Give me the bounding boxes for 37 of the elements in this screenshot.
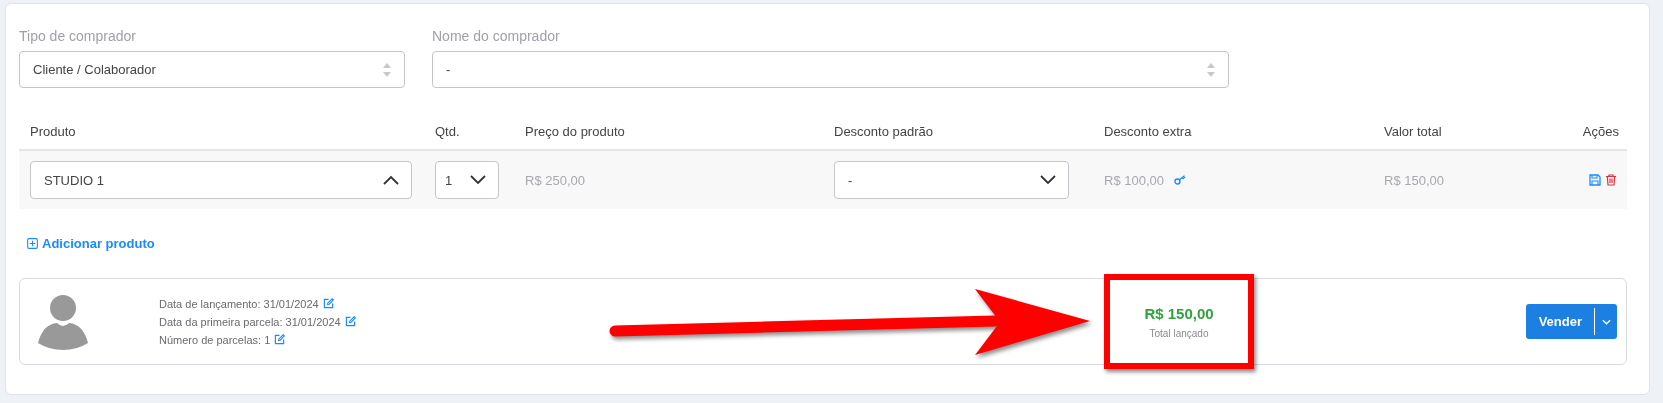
sort-icon xyxy=(1206,61,1216,78)
field-label: Tipo de comprador xyxy=(19,28,137,44)
field-label: Nome do comprador xyxy=(432,28,561,44)
table-cell-text: R$ 150,00 xyxy=(1384,172,1445,188)
avatar-icon xyxy=(37,293,89,350)
plus-icon xyxy=(27,238,38,249)
trash-icon[interactable] xyxy=(1605,174,1617,186)
chevron-icon xyxy=(1040,175,1056,185)
chevron-icon xyxy=(383,175,399,185)
detail-text: Data de lançamento: 31/01/2024 xyxy=(159,297,319,310)
edit-icon[interactable] xyxy=(322,298,334,309)
column-header: Desconto extra xyxy=(1104,124,1193,139)
select-field[interactable]: Cliente / Colaborador xyxy=(19,51,405,88)
column-header: Desconto padrão xyxy=(834,124,934,139)
column-header: Preço do produto xyxy=(525,124,626,139)
total-label: Total lançado xyxy=(1149,327,1209,339)
column-header: Produto xyxy=(30,124,77,139)
edit-icon[interactable] xyxy=(344,316,356,327)
sell-button[interactable]: Vender xyxy=(1525,308,1595,335)
detail-text: Número de parcelas: 1 xyxy=(159,333,271,346)
edit-icon[interactable] xyxy=(274,334,286,345)
total-amount: R$ 150,00 xyxy=(1144,304,1214,322)
select-field[interactable]: - xyxy=(432,51,1229,88)
product-select[interactable]: STUDIO 1 xyxy=(30,161,412,199)
detail-text: Data da primeira parcela: 31/01/2024 xyxy=(159,315,341,328)
table-cell: R$ 100,00 xyxy=(1104,172,1164,188)
discount-select[interactable]: - xyxy=(834,161,1069,199)
key-icon[interactable] xyxy=(1174,175,1186,185)
column-header: Valor total xyxy=(1384,124,1443,139)
caret-icon xyxy=(1601,318,1611,325)
quantity-select[interactable]: 1 xyxy=(435,161,499,199)
save-icon[interactable] xyxy=(1589,174,1601,186)
chevron-icon xyxy=(470,175,486,185)
table-cell-text: R$ 250,00 xyxy=(525,172,586,188)
column-header: Ações xyxy=(1581,124,1620,139)
column-header: Qtd. xyxy=(435,124,461,139)
sort-icon xyxy=(382,61,392,78)
